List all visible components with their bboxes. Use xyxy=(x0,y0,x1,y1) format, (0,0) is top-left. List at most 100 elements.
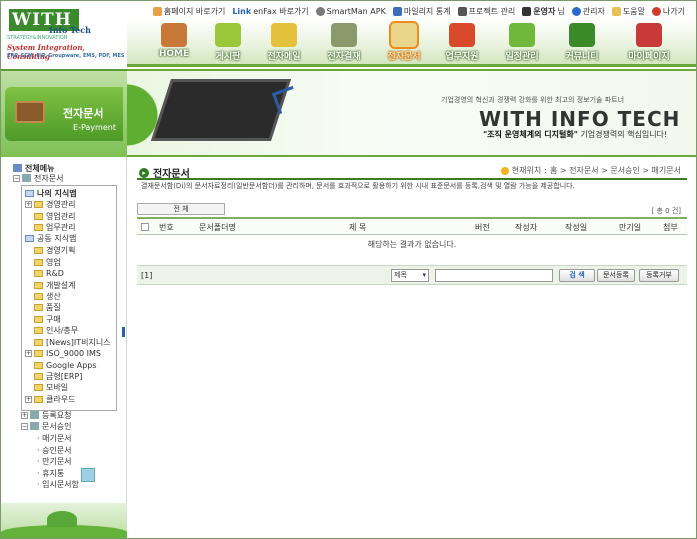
tree-item[interactable]: 영업관리 xyxy=(34,211,75,221)
util-smartman[interactable]: SmartMan APK xyxy=(315,6,386,16)
tree-sub-item[interactable]: · 임시문서함 xyxy=(37,479,79,489)
tree-sub-item[interactable]: · 승인문서 xyxy=(37,445,72,455)
nav-schedule[interactable]: 일정관리 xyxy=(499,23,545,62)
tree-item[interactable]: + ISO_9000 IMS xyxy=(25,348,101,358)
folder-filter-value: 전 체 xyxy=(173,205,189,213)
tree-item[interactable]: Google Apps xyxy=(34,360,97,370)
tree-item-label: 업무관리 xyxy=(46,222,76,232)
tree-item-label: 구매 xyxy=(46,314,61,324)
col-created[interactable]: 작성일 xyxy=(565,222,587,233)
col-folder[interactable]: 문서폴더명 xyxy=(199,222,236,233)
logout-label: 나가기 xyxy=(662,6,685,16)
tree-item[interactable]: 구매 xyxy=(34,314,61,324)
col-subject[interactable]: 제 목 xyxy=(349,222,366,233)
nav-home[interactable]: HOME xyxy=(151,23,197,59)
resize-arrow-icon[interactable] xyxy=(81,468,95,482)
tree-item[interactable]: 개발설계 xyxy=(34,280,75,290)
folder-filter-select[interactable]: 전 체 xyxy=(137,203,225,215)
tree-register[interactable]: + 등록요청 xyxy=(21,410,71,420)
page-link[interactable]: [1] xyxy=(141,271,152,280)
board-icon xyxy=(215,23,241,47)
tree-item-label: 모바일 xyxy=(46,382,69,392)
tree-common-map[interactable]: 공동 지식맵 xyxy=(25,233,76,243)
folder-icon xyxy=(34,383,43,391)
search-input[interactable] xyxy=(435,269,553,282)
work-icon xyxy=(449,23,475,47)
tree-item[interactable]: + 경영관리 xyxy=(25,199,75,209)
select-all-checkbox[interactable] xyxy=(141,223,149,231)
sidebar-tree: 전체메뉴 − 전자문서 나의 지식맵 + 경영관리 영업관리 업무관리 공동 지식맵… xyxy=(1,157,127,503)
nav-work[interactable]: 업무지원 xyxy=(439,23,485,62)
tree-item[interactable]: + 클라우드 xyxy=(25,394,75,404)
util-home[interactable]: 홈페이지 바로가기 xyxy=(152,6,225,17)
nav-community[interactable]: 커뮤니티 xyxy=(559,23,605,62)
nav-edoc[interactable]: 전자문서 xyxy=(381,21,427,62)
tree-edoc[interactable]: − 전자문서 xyxy=(13,173,63,183)
tree-sub-item[interactable]: · 만기문서 xyxy=(37,456,72,466)
user-suffix: 님 xyxy=(557,6,565,16)
tree-item[interactable]: R&D xyxy=(34,268,64,278)
tree-item[interactable]: [News]IT비지니스 xyxy=(34,337,111,347)
tree-sub-item-label: 임시문서함 xyxy=(42,479,79,489)
help-link[interactable]: 도움말 xyxy=(611,6,645,17)
tree-my-map-label: 나의 지식맵 xyxy=(37,188,77,198)
col-expiry[interactable]: 만기일 xyxy=(619,222,641,233)
tree-item[interactable]: 금형[ERP] xyxy=(34,371,82,381)
util-project-label: 프로젝트 관리 xyxy=(468,6,516,16)
briefcase-icon xyxy=(15,101,45,123)
tree-approve[interactable]: − 문서승인 xyxy=(21,421,71,431)
section-subtitle: E-Payment xyxy=(73,123,116,132)
admin-link[interactable]: 관리자 xyxy=(571,6,605,17)
register-doc-button[interactable]: 문서등록 xyxy=(597,269,635,282)
nav-mail[interactable]: 전자메일 xyxy=(261,23,307,62)
tree-item[interactable]: 모바일 xyxy=(34,382,68,392)
collapse-icon: − xyxy=(13,174,20,182)
banner-slogan: "조직 운영체계의 디지털화" 기업경쟁력의 핵심입니다! xyxy=(483,129,667,140)
nav-community-label: 커뮤니티 xyxy=(565,52,599,62)
nav-edoc-label: 전자문서 xyxy=(387,52,421,62)
company-logo[interactable]: WITH Info Tech STRATEGY&INNOVATION Syste… xyxy=(1,1,127,69)
tree-item[interactable]: 업무관리 xyxy=(34,222,75,232)
tree-sub-item[interactable]: · 휴지통 xyxy=(37,468,64,478)
nav-board[interactable]: 게시판 xyxy=(205,23,251,62)
tree-sub-item-label: 만기문서 xyxy=(42,456,72,466)
util-mileage[interactable]: 마일리지 통계 xyxy=(392,6,451,17)
content-area: ▸ 전자문서 현재위치: 홈 > 전자문서 > 문서승인 > 매기문서 결재문서함(… xyxy=(127,157,696,538)
search-button[interactable]: 검 색 xyxy=(559,269,595,282)
util-enfax-label: enFax 바로가기 xyxy=(253,6,309,16)
tree-item-label: 영업 xyxy=(46,257,61,267)
tree-item-label: 경영관리 xyxy=(46,199,76,209)
close-icon xyxy=(651,6,661,16)
nav-approval[interactable]: 전자결재 xyxy=(321,23,367,62)
banner-slogan-bold: "조직 운영체계의 디지털화" xyxy=(483,130,578,139)
section-banner: 전자문서 E-Payment xyxy=(1,69,127,157)
calendar-icon xyxy=(509,23,535,47)
reject-register-button[interactable]: 등록거부 xyxy=(639,269,679,282)
tree-item[interactable]: 품질 xyxy=(34,302,61,312)
help-label: 도움말 xyxy=(622,6,645,16)
col-attach[interactable]: 첨부 xyxy=(663,222,678,233)
tree-my-map[interactable]: 나의 지식맵 xyxy=(25,188,77,198)
tree-root[interactable]: 전체메뉴 xyxy=(13,163,54,173)
logout-link[interactable]: 나가기 xyxy=(651,6,685,17)
map-icon xyxy=(25,189,34,197)
col-version[interactable]: 버전 xyxy=(475,222,490,233)
util-enfax[interactable]: Link enFax 바로가기 xyxy=(232,6,308,17)
tree-sub-item[interactable]: · 매기문서 xyxy=(37,433,72,443)
link-icon: Link xyxy=(232,6,252,16)
location-icon xyxy=(500,166,509,175)
col-author[interactable]: 작성자 xyxy=(515,222,537,233)
nav-mypage[interactable]: 마이페이지 xyxy=(621,23,677,62)
util-project[interactable]: 프로젝트 관리 xyxy=(457,6,516,17)
tree-item[interactable]: 경영기획 xyxy=(34,245,75,255)
search-field-select[interactable]: 제목 xyxy=(391,269,429,282)
col-number[interactable]: 번호 xyxy=(159,222,174,233)
tree-item[interactable]: 영업 xyxy=(34,257,61,267)
tree-item[interactable]: 인사/총무 xyxy=(34,325,78,335)
dot-icon: · xyxy=(37,468,40,478)
tree-register-label: 등록요청 xyxy=(42,410,72,420)
tree-item[interactable]: 생산 xyxy=(34,291,61,301)
tree-scrollbar[interactable] xyxy=(122,327,125,337)
mail-icon xyxy=(271,23,297,47)
folder-icon xyxy=(34,200,43,208)
